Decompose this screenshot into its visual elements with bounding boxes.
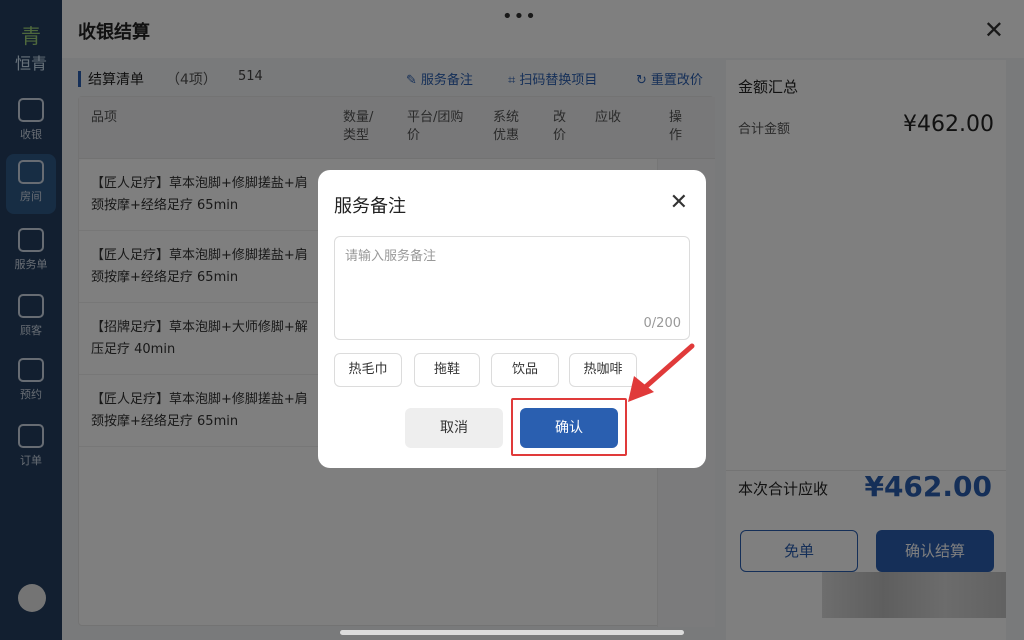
close-icon[interactable]: ✕ — [670, 190, 688, 215]
dialog-title: 服务备注 — [334, 196, 406, 217]
remark-input[interactable] — [335, 237, 689, 339]
home-indicator — [340, 630, 684, 635]
char-counter: 0/200 — [643, 316, 681, 331]
remark-chip-hot-towel[interactable]: 热毛巾 — [334, 353, 402, 387]
pointer-arrow-icon — [628, 343, 695, 402]
cancel-button[interactable]: 取消 — [405, 408, 503, 448]
remark-chip-slippers[interactable]: 拖鞋 — [414, 353, 480, 387]
remark-chip-drinks[interactable]: 饮品 — [491, 353, 559, 387]
remark-field: 0/200 — [334, 236, 690, 340]
highlight-box — [511, 398, 627, 456]
